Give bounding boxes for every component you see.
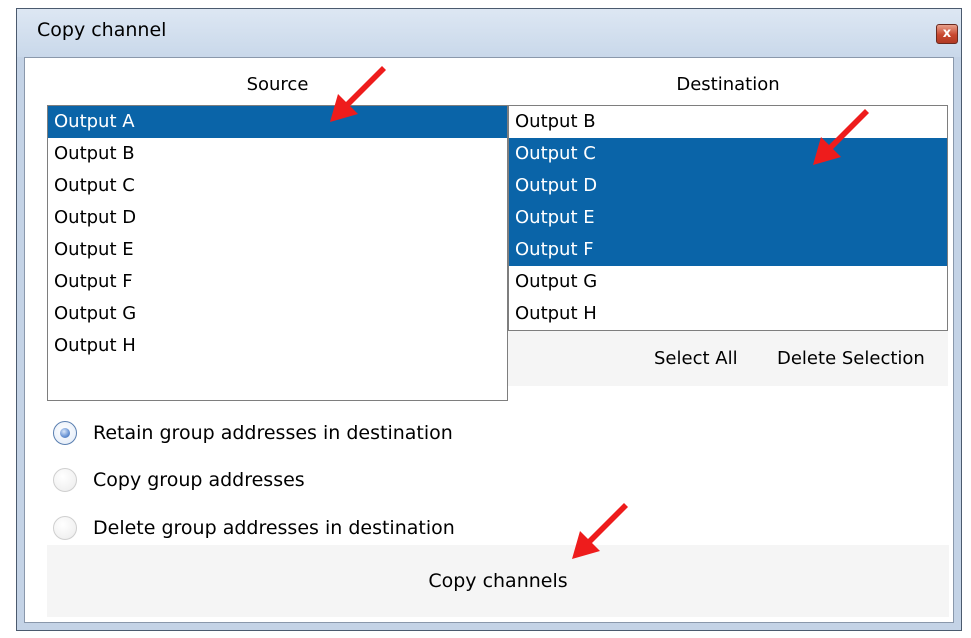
list-item[interactable]: Output F	[48, 266, 507, 298]
destination-header: Destination	[676, 74, 780, 95]
list-item[interactable]: Output D	[509, 170, 947, 202]
source-listbox[interactable]: Output A Output B Output C Output D Outp…	[47, 105, 508, 401]
list-item[interactable]: Output C	[509, 138, 947, 170]
option-retain-group-addresses[interactable]: Retain group addresses in destination	[53, 416, 453, 450]
option-copy-group-addresses[interactable]: Copy group addresses	[53, 463, 305, 497]
list-item[interactable]: Output F	[509, 234, 947, 266]
radio-button[interactable]	[53, 516, 77, 540]
list-item[interactable]: Output B	[48, 138, 507, 170]
source-header: Source	[246, 74, 309, 95]
window-title: Copy channel	[37, 19, 167, 41]
option-label: Retain group addresses in destination	[93, 422, 453, 444]
list-item[interactable]: Output H	[509, 298, 947, 330]
close-button[interactable]: x	[936, 24, 958, 44]
copy-channel-dialog: Copy channel x Source Destination Output…	[16, 8, 962, 631]
title-bar[interactable]: Copy channel x	[17, 9, 961, 57]
list-item[interactable]: Output C	[48, 170, 507, 202]
list-item[interactable]: Output D	[48, 202, 507, 234]
list-item[interactable]: Output E	[48, 234, 507, 266]
list-item[interactable]: Output G	[509, 266, 947, 298]
select-all-button[interactable]: Select All	[654, 331, 738, 386]
close-icon: x	[942, 26, 952, 41]
option-label: Copy group addresses	[93, 469, 305, 491]
radio-button[interactable]	[53, 468, 77, 492]
list-item[interactable]: Output G	[48, 298, 507, 330]
list-item[interactable]: Output B	[509, 106, 947, 138]
dialog-body: Source Destination Output A Output B Out…	[24, 57, 954, 623]
list-item[interactable]: Output H	[48, 330, 507, 362]
list-item[interactable]: Output A	[48, 106, 507, 138]
destination-listbox[interactable]: Output B Output C Output D Output E Outp…	[508, 105, 948, 331]
destination-toolbar: Select All Delete Selection	[508, 331, 948, 386]
copy-channels-button[interactable]: Copy channels	[47, 545, 949, 617]
dialog-footer: Copy channels	[47, 545, 949, 617]
option-label: Delete group addresses in destination	[93, 517, 455, 539]
delete-selection-button[interactable]: Delete Selection	[777, 331, 925, 386]
option-delete-group-addresses[interactable]: Delete group addresses in destination	[53, 511, 455, 545]
radio-button[interactable]	[53, 421, 77, 445]
list-item[interactable]: Output E	[509, 202, 947, 234]
